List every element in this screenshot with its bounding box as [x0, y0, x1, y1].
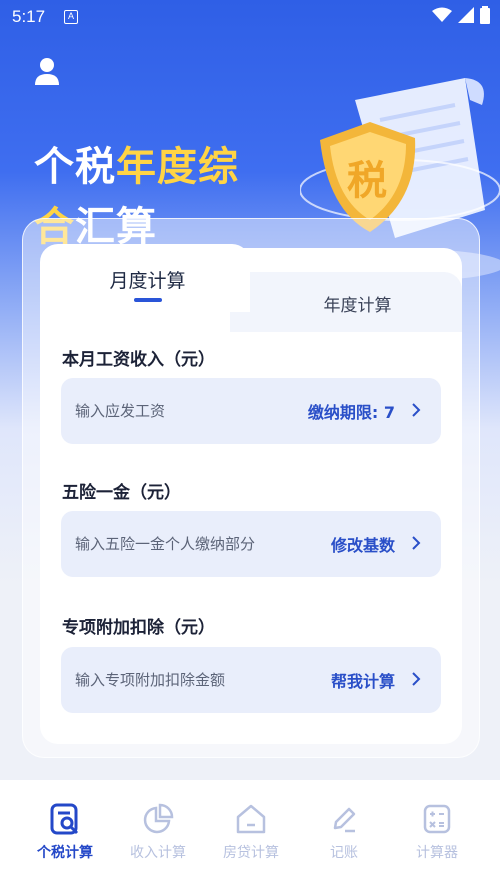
battery-icon: [480, 6, 490, 24]
house-icon: [236, 804, 266, 834]
insurance-placeholder: 输入五险一金个人缴纳部分: [75, 535, 256, 553]
nav-bookkeeping[interactable]: 记账: [294, 802, 394, 862]
insurance-field[interactable]: 输入五险一金个人缴纳部分 修改基数: [61, 511, 441, 577]
nav-label: 个税计算: [37, 845, 93, 861]
deduction-field[interactable]: 输入专项附加扣除金额 帮我计算: [61, 647, 441, 713]
tax-doc-icon: [50, 803, 79, 835]
salary-placeholder: 输入应发工资: [75, 402, 166, 420]
user-profile-icon[interactable]: [34, 56, 60, 86]
nav-mortgage-calc[interactable]: 房贷计算: [201, 802, 301, 862]
payment-period-selector[interactable]: 缴纳期限: 7: [308, 399, 395, 423]
help-calculate-button[interactable]: 帮我计算: [331, 668, 395, 692]
nav-calculator[interactable]: 计算器: [387, 802, 487, 862]
nav-tax-calc[interactable]: 个税计算: [15, 802, 115, 862]
nav-label: 房贷计算: [223, 845, 279, 861]
hero-title-line-1: 个税年度综: [34, 144, 239, 190]
pie-chart-icon: [143, 803, 174, 834]
shield-char: 税: [347, 158, 387, 204]
deduction-placeholder: 输入专项附加扣除金额: [75, 671, 226, 689]
insurance-label: 五险一金（元）: [62, 483, 181, 503]
tab-monthly[interactable]: 月度计算: [40, 266, 255, 293]
salary-field[interactable]: 输入应发工资 缴纳期限: 7: [61, 378, 441, 444]
tab-active-indicator: [134, 298, 162, 302]
chevron-right-icon: [412, 403, 421, 417]
nav-label: 计算器: [416, 845, 458, 861]
nav-label: 收入计算: [130, 845, 186, 861]
chevron-right-icon: [412, 536, 421, 550]
modify-base-button[interactable]: 修改基数: [331, 532, 395, 556]
status-bar: 5:17 A: [0, 0, 500, 34]
chevron-right-icon: [412, 672, 421, 686]
signal-icon: [458, 7, 474, 23]
system-icons: [432, 6, 490, 24]
salary-label: 本月工资收入（元）: [62, 350, 215, 370]
calculator-icon: [423, 804, 451, 834]
pencil-icon: [333, 807, 356, 833]
wifi-icon: [432, 7, 452, 22]
deduction-label: 专项附加扣除（元）: [62, 618, 215, 638]
nav-income-calc[interactable]: 收入计算: [108, 802, 208, 862]
notification-icon: A: [64, 10, 78, 24]
bottom-nav: 个税计算 收入计算 房贷计算 记账 计算器: [0, 780, 500, 888]
status-time: 5:17: [12, 7, 46, 26]
nav-label: 记账: [330, 845, 358, 861]
tab-annual[interactable]: 年度计算: [250, 291, 465, 316]
